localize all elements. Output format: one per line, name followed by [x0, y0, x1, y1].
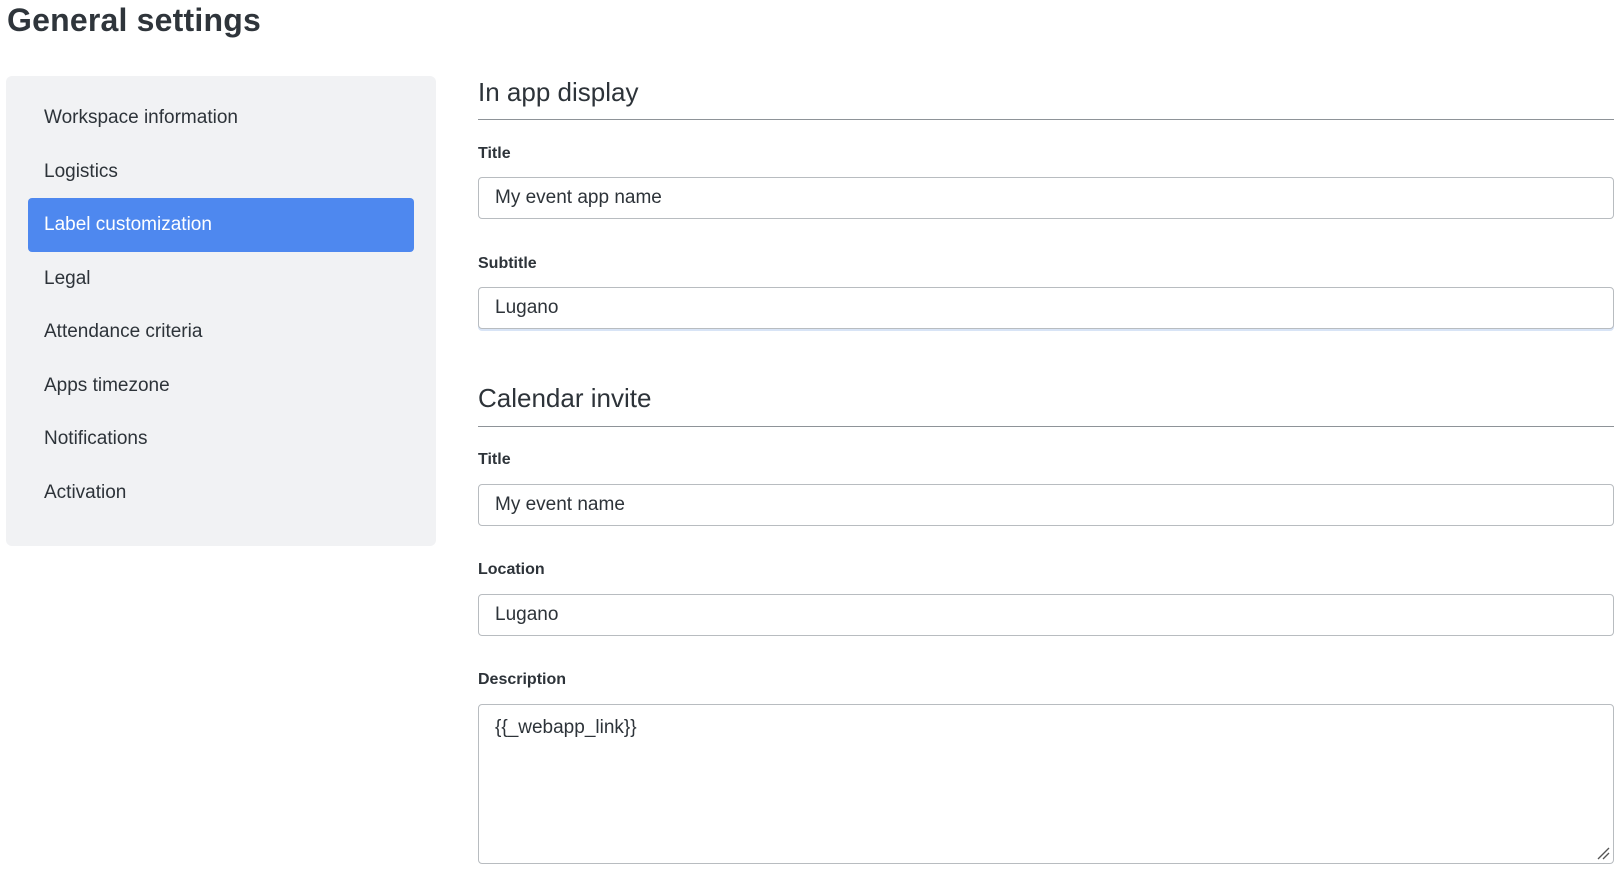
app-title-input[interactable]: [478, 177, 1614, 219]
section-divider: [478, 426, 1614, 427]
page-title: General settings: [7, 2, 261, 38]
app-subtitle-label: Subtitle: [478, 255, 537, 272]
invite-title-input[interactable]: [478, 484, 1614, 526]
invite-location-input[interactable]: [478, 594, 1614, 636]
sidebar-item-label-customization[interactable]: Label customization: [28, 198, 414, 252]
section-divider: [478, 119, 1614, 120]
app-title-label: Title: [478, 145, 511, 162]
sidebar-item-logistics[interactable]: Logistics: [28, 145, 414, 199]
settings-sidebar: Workspace information Logistics Label cu…: [6, 76, 436, 546]
sidebar-item-notifications[interactable]: Notifications: [28, 412, 414, 466]
sidebar-item-workspace-information[interactable]: Workspace information: [28, 91, 414, 145]
sidebar-item-legal[interactable]: Legal: [28, 252, 414, 306]
invite-description-label: Description: [478, 671, 567, 688]
invite-location-label: Location: [478, 561, 545, 578]
sidebar-item-activation[interactable]: Activation: [28, 466, 414, 520]
invite-title-label: Title: [478, 451, 511, 468]
sidebar-item-apps-timezone[interactable]: Apps timezone: [28, 359, 414, 413]
app-subtitle-input[interactable]: [478, 287, 1614, 329]
in-app-display-heading: In app display: [478, 77, 639, 107]
resize-handle-icon[interactable]: [1596, 846, 1610, 860]
sidebar-item-attendance-criteria[interactable]: Attendance criteria: [28, 305, 414, 359]
calendar-invite-heading: Calendar invite: [478, 383, 652, 413]
invite-description-textarea[interactable]: {{_webapp_link}}: [478, 704, 1614, 864]
